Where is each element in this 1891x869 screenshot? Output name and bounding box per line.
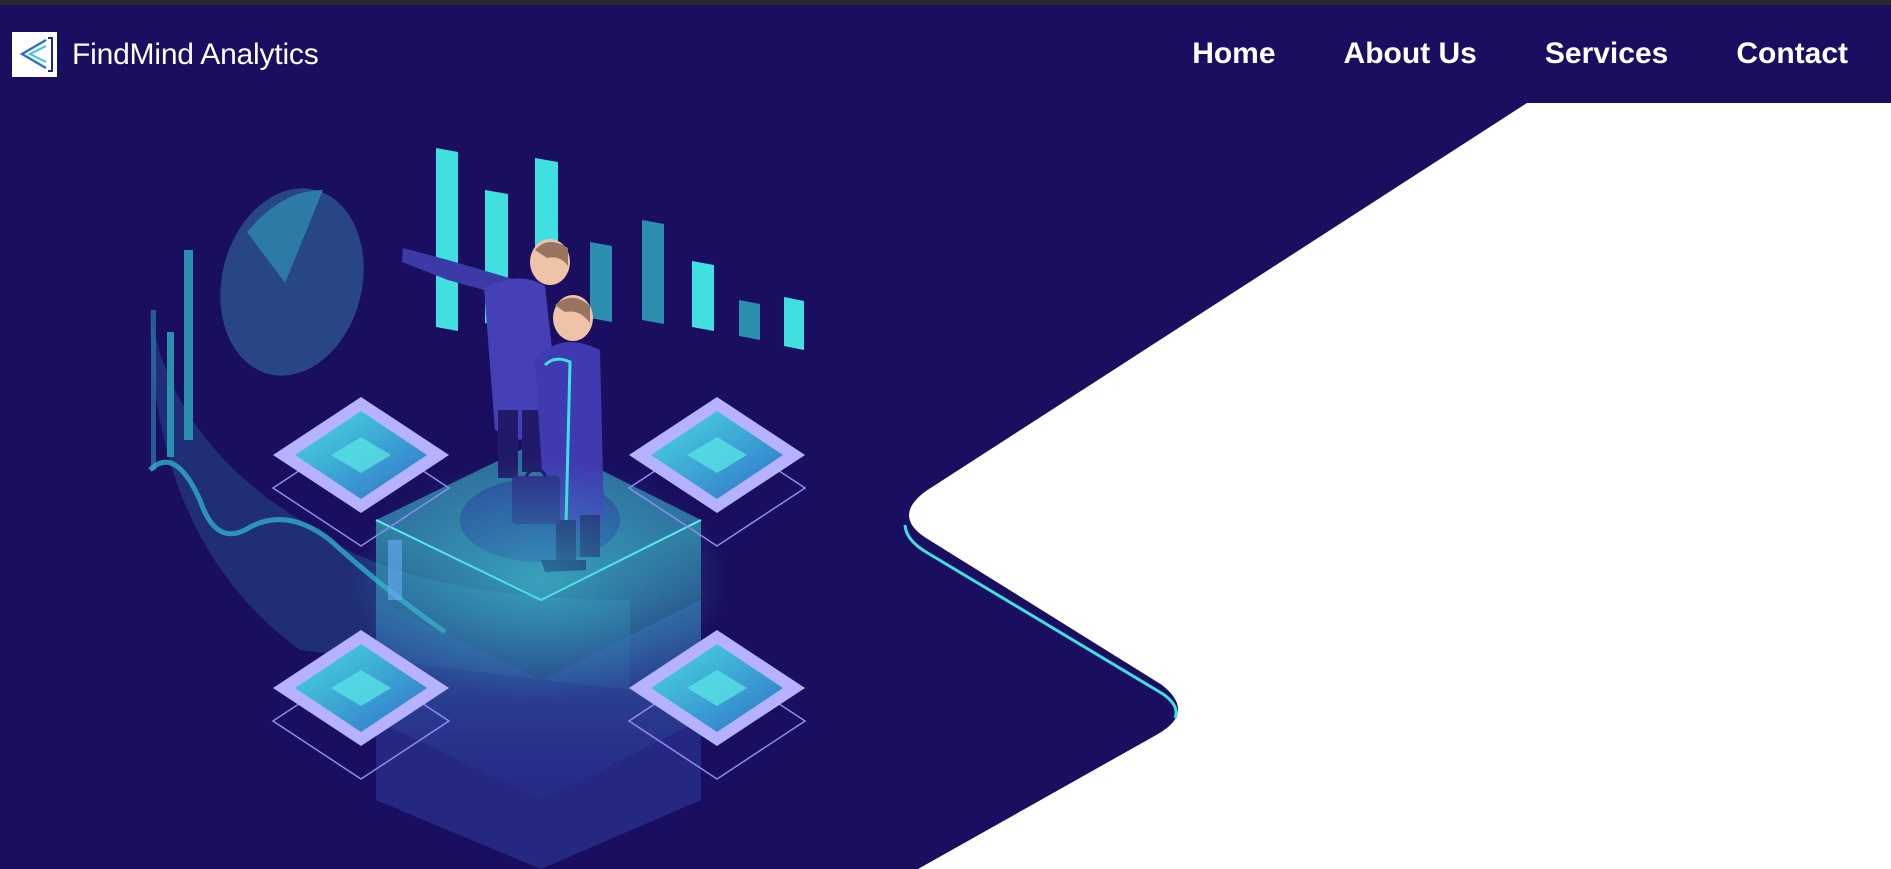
findmind-logo-icon: [12, 32, 57, 77]
brand-link[interactable]: FindMind Analytics: [12, 32, 319, 77]
pie-chart-icon: [220, 188, 364, 376]
nav-services[interactable]: Services: [1545, 34, 1668, 74]
page: FindMind Analytics Home About Us Service…: [0, 0, 1891, 869]
nav-about-us[interactable]: About Us: [1344, 34, 1477, 74]
nav-home[interactable]: Home: [1192, 34, 1275, 74]
nav-contact[interactable]: Contact: [1736, 34, 1848, 74]
brand-name: FindMind Analytics: [72, 38, 319, 71]
nav-menu: Home About Us Services Contact: [1192, 34, 1848, 74]
white-panel: [909, 103, 1891, 869]
top-navigation: FindMind Analytics Home About Us Service…: [0, 5, 1891, 103]
hero-section: [148, 103, 1891, 869]
